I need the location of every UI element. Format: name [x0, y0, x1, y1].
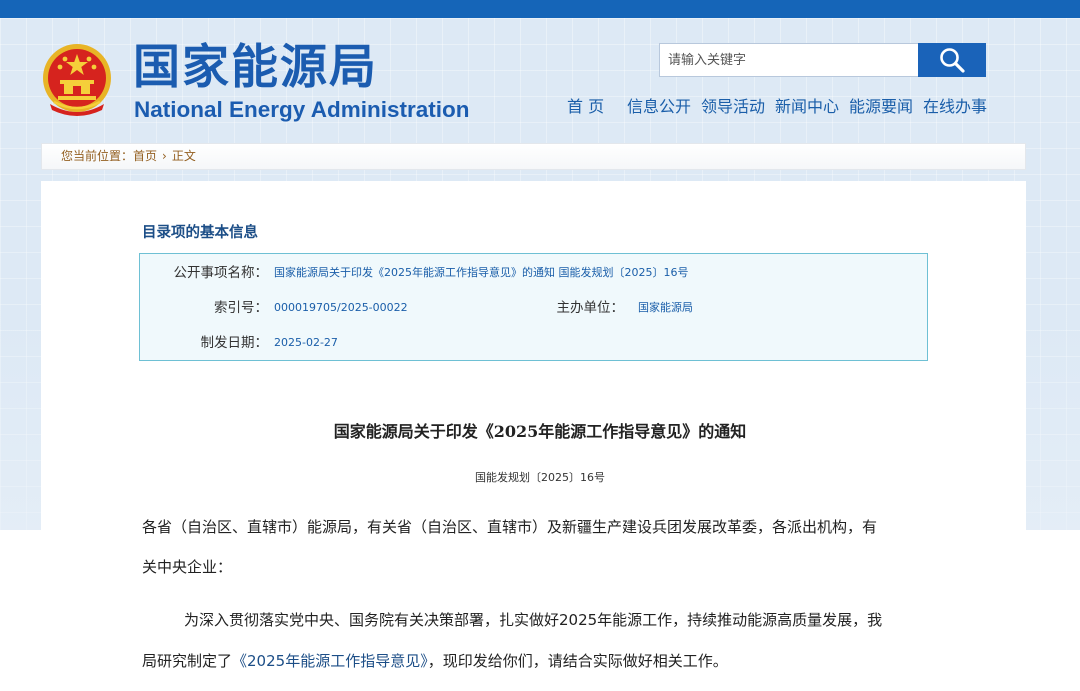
- breadcrumb-home-link[interactable]: 首页: [133, 149, 157, 163]
- nav-news-center[interactable]: 新闻中心: [775, 95, 839, 119]
- catalog-org-label: 主办单位：: [556, 300, 625, 316]
- breadcrumb: 您当前位置：首页 › 正文: [61, 144, 196, 169]
- nav-home[interactable]: 首 页: [567, 95, 604, 119]
- document-number: 国能发规划〔2025〕16号: [475, 471, 605, 484]
- catalog-name-value: 国家能源局关于印发《2025年能源工作指导意见》的通知 国能发规划〔2025〕1…: [274, 266, 689, 279]
- paragraph-2-line-1: 为深入贯彻落实党中央、国务院有关决策部署，扎实做好2025年能源工作，持续推动能…: [184, 611, 883, 629]
- search-input[interactable]: [659, 43, 919, 77]
- paragraph-2-line-2: 局研究制定了《2025年能源工作指导意见》，现印发给你们，请结合实际做好相关工作…: [142, 649, 728, 673]
- paragraph-2-line-2-prefix: 局研究制定了: [142, 652, 233, 670]
- nav-online-services[interactable]: 在线办事: [923, 95, 987, 119]
- catalog-name-label: 公开事项名称：: [173, 265, 269, 281]
- breadcrumb-prefix: 您当前位置：: [61, 149, 134, 163]
- nav-info-disclosure[interactable]: 信息公开: [627, 95, 691, 119]
- paragraph-1-line-2: 关中央企业：: [142, 558, 233, 576]
- catalog-date-label: 制发日期：: [200, 335, 269, 351]
- guidance-title-link[interactable]: 《2025年能源工作指导意见》: [232, 652, 428, 670]
- breadcrumb-separator-icon: ›: [162, 149, 167, 163]
- catalog-info-box: 公开事项名称： 国家能源局关于印发《2025年能源工作指导意见》的通知 国能发规…: [139, 253, 928, 361]
- document-title: 国家能源局关于印发《2025年能源工作指导意见》的通知: [333, 422, 747, 441]
- search-button[interactable]: [918, 43, 986, 77]
- paragraph-2-line-2-suffix: ，现印发给你们，请结合实际做好相关工作。: [427, 652, 728, 670]
- search-icon: [940, 48, 965, 73]
- catalog-date-value: 2025-02-27: [274, 336, 338, 349]
- catalog-index-value: 000019705/2025-00022: [274, 301, 408, 314]
- paragraph-1-line-1: 各省（自治区、直辖市）能源局，有关省（自治区、直辖市）及新疆生产建设兵团发展改革…: [142, 518, 878, 536]
- site-title-cn: 国家能源局: [133, 40, 378, 95]
- catalog-index-label: 索引号：: [214, 300, 268, 316]
- breadcrumb-current: 正文: [171, 149, 196, 163]
- catalog-heading: 目录项的基本信息: [142, 225, 258, 241]
- breadcrumb-bar: 您当前位置：首页 › 正文: [41, 143, 1026, 170]
- top-color-bar: [0, 0, 1080, 18]
- nav-energy-news[interactable]: 能源要闻: [849, 95, 913, 119]
- main-nav: 首 页 信息公开 领导活动 新闻中心 能源要闻 在线办事: [0, 95, 1080, 119]
- catalog-org-value: 国家能源局: [638, 301, 693, 314]
- nav-leadership-activities[interactable]: 领导活动: [701, 95, 765, 119]
